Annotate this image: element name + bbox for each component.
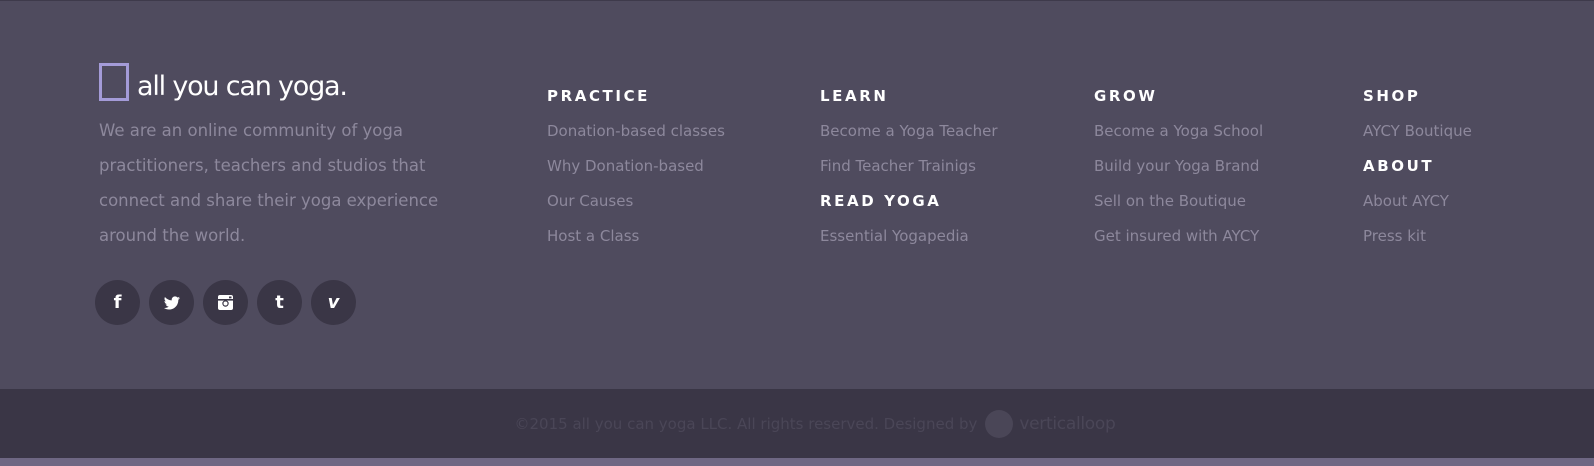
copyright-bar: ©2015 all you can yoga LLC. All rights r… bbox=[0, 389, 1594, 458]
copyright-text-row: ©2015 all you can yoga LLC. All rights r… bbox=[514, 409, 1116, 438]
footer-link-sell-on-boutique[interactable]: Sell on the Boutique bbox=[1094, 184, 1263, 219]
footer-link-essential-yogapedia[interactable]: Essential Yogapedia bbox=[820, 219, 998, 254]
footer-link-get-insured[interactable]: Get insured with AYCY bbox=[1094, 219, 1263, 254]
footer-column-grow: GROW Become a Yoga School Build your Yog… bbox=[1094, 79, 1263, 254]
column-heading-grow: GROW bbox=[1094, 87, 1158, 105]
logo[interactable]: all you can yoga. bbox=[99, 57, 459, 101]
footer-link-why-donation-based[interactable]: Why Donation-based bbox=[547, 149, 725, 184]
footer-link-press-kit[interactable]: Press kit bbox=[1363, 219, 1472, 254]
footer-link-our-causes[interactable]: Our Causes bbox=[547, 184, 725, 219]
designer-link[interactable]: verticalloop bbox=[985, 409, 1116, 438]
footer-link-host-a-class[interactable]: Host a Class bbox=[547, 219, 725, 254]
column-heading-practice: PRACTICE bbox=[547, 87, 651, 105]
vimeo-button[interactable]: v bbox=[311, 280, 356, 325]
column-heading-about: ABOUT bbox=[1363, 157, 1435, 175]
logo-mark-icon bbox=[99, 63, 129, 101]
designer-name: verticalloop bbox=[1019, 413, 1116, 434]
brand-block: all you can yoga. We are an online commu… bbox=[99, 57, 459, 253]
copyright-text: ©2015 all you can yoga LLC. All rights r… bbox=[514, 414, 978, 433]
footer-link-build-yoga-brand[interactable]: Build your Yoga Brand bbox=[1094, 149, 1263, 184]
footer-link-become-yoga-school[interactable]: Become a Yoga School bbox=[1094, 114, 1263, 149]
instagram-icon bbox=[218, 295, 233, 310]
facebook-button[interactable]: f bbox=[95, 280, 140, 325]
vimeo-icon: v bbox=[327, 292, 340, 313]
footer-link-become-yoga-teacher[interactable]: Become a Yoga Teacher bbox=[820, 114, 998, 149]
footer-link-donation-based-classes[interactable]: Donation-based classes bbox=[547, 114, 725, 149]
column-heading-read-yoga: READ YOGA bbox=[820, 192, 942, 210]
instagram-button[interactable] bbox=[203, 280, 248, 325]
footer-column-shop: SHOP AYCY Boutique ABOUT About AYCY Pres… bbox=[1363, 79, 1472, 254]
footer-column-practice: PRACTICE Donation-based classes Why Dona… bbox=[547, 79, 725, 254]
footer-column-learn: LEARN Become a Yoga Teacher Find Teacher… bbox=[820, 79, 998, 254]
tumblr-icon: t bbox=[275, 292, 284, 313]
twitter-icon bbox=[163, 295, 180, 309]
site-footer: all you can yoga. We are an online commu… bbox=[0, 0, 1594, 389]
tagline: We are an online community of yoga pract… bbox=[99, 121, 439, 245]
footer-link-find-teacher-trainings[interactable]: Find Teacher Trainigs bbox=[820, 149, 998, 184]
verticalloop-logo-icon bbox=[985, 409, 1014, 438]
bottom-strip bbox=[0, 458, 1594, 466]
column-heading-shop: SHOP bbox=[1363, 87, 1421, 105]
logo-text: all you can yoga. bbox=[137, 71, 348, 102]
social-links: f t v bbox=[95, 280, 365, 325]
footer-link-aycy-boutique[interactable]: AYCY Boutique bbox=[1363, 114, 1472, 149]
tumblr-button[interactable]: t bbox=[257, 280, 302, 325]
column-heading-learn: LEARN bbox=[820, 87, 889, 105]
footer-link-about-aycy[interactable]: About AYCY bbox=[1363, 184, 1472, 219]
twitter-button[interactable] bbox=[149, 280, 194, 325]
facebook-icon: f bbox=[113, 292, 122, 313]
